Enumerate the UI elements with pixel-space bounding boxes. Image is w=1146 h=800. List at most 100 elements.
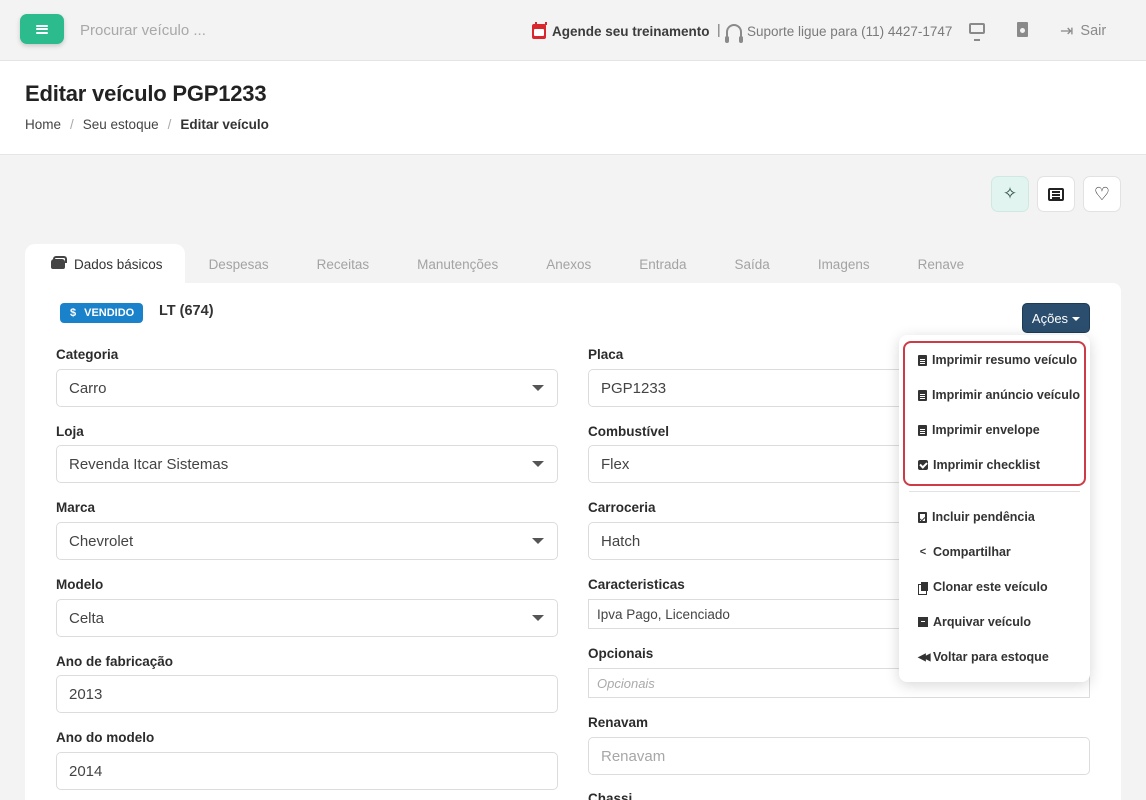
menu-item-back-to-stock[interactable]: ◀◀ Voltar para estoque bbox=[918, 647, 1049, 667]
top-bar: Agende seu treinamento | Suporte ligue p… bbox=[0, 0, 1146, 61]
menu-item-clone-vehicle[interactable]: Clonar este veículo bbox=[918, 577, 1048, 597]
carroceria-value: Hatch bbox=[601, 532, 641, 550]
tab-receitas[interactable]: Receitas bbox=[293, 244, 394, 284]
ano-modelo-value: 2014 bbox=[69, 762, 103, 780]
tab-despesas[interactable]: Despesas bbox=[185, 244, 293, 284]
menu-item-label: Imprimir envelope bbox=[932, 423, 1040, 437]
ano-fabricacao-label: Ano de fabricação bbox=[56, 654, 174, 669]
favorite-button[interactable]: ♡ bbox=[1083, 176, 1121, 212]
menu-item-print-checklist[interactable]: Imprimir checklist bbox=[918, 455, 1040, 475]
menu-item-add-pending[interactable]: Incluir pendência bbox=[918, 507, 1035, 527]
checkbox-icon bbox=[918, 460, 928, 470]
opcionais-placeholder: Opcionais bbox=[597, 675, 655, 691]
placa-label: Placa bbox=[588, 347, 624, 362]
loja-select[interactable]: Revenda Itcar Sistemas bbox=[56, 445, 558, 483]
menu-item-label: Imprimir resumo veículo bbox=[932, 353, 1078, 367]
combustivel-label: Combustível bbox=[588, 424, 670, 439]
share-icon: < bbox=[919, 546, 927, 558]
logout-label: Sair bbox=[1080, 23, 1107, 39]
breadcrumb-current: Editar veículo bbox=[180, 117, 269, 132]
actions-dropdown-menu: Imprimir resumo veículo Imprimir anúncio… bbox=[899, 335, 1090, 682]
menu-item-label: Clonar este veículo bbox=[933, 580, 1048, 594]
ano-fabricacao-input[interactable]: 2013 bbox=[56, 675, 558, 713]
tab-saida[interactable]: Saída bbox=[711, 244, 794, 284]
page-header: Editar veículo PGP1233 Home / Seu estoqu… bbox=[0, 61, 1146, 155]
menu-item-label: Imprimir checklist bbox=[933, 458, 1040, 472]
monitor-icon[interactable] bbox=[969, 23, 985, 41]
file-icon bbox=[918, 354, 927, 366]
tab-renave[interactable]: Renave bbox=[894, 244, 989, 284]
renavam-placeholder: Renavam bbox=[601, 747, 666, 765]
menu-item-label: Compartilhar bbox=[933, 545, 1011, 559]
tab-label: Dados básicos bbox=[74, 256, 163, 272]
breadcrumb-stock[interactable]: Seu estoque bbox=[83, 117, 159, 132]
marca-value: Chevrolet bbox=[69, 532, 134, 550]
calendar-icon bbox=[532, 21, 547, 39]
dollar-icon: $ bbox=[70, 307, 77, 319]
opcionais-label: Opcionais bbox=[588, 646, 654, 661]
ano-fabricacao-value: 2013 bbox=[69, 685, 103, 703]
archive-icon bbox=[918, 617, 928, 627]
menu-item-label: Imprimir anúncio veículo bbox=[932, 388, 1080, 402]
list-view-button[interactable] bbox=[1037, 176, 1075, 212]
menu-toggle-button[interactable] bbox=[20, 14, 64, 44]
renavam-label: Renavam bbox=[588, 715, 649, 730]
breadcrumb-separator: / bbox=[167, 117, 172, 132]
menu-item-share[interactable]: < Compartilhar bbox=[918, 542, 1011, 562]
actions-label: Ações bbox=[1031, 310, 1069, 326]
menu-item-print-summary[interactable]: Imprimir resumo veículo bbox=[918, 350, 1077, 370]
ano-modelo-label: Ano do modelo bbox=[56, 730, 155, 745]
tab-bar: Dados básicos Despesas Receitas Manutenç… bbox=[25, 244, 988, 284]
clipboard-check-icon bbox=[918, 511, 927, 523]
modelo-select[interactable]: Celta bbox=[56, 599, 558, 637]
menu-item-archive-vehicle[interactable]: Arquivar veículo bbox=[918, 612, 1031, 632]
categoria-label: Categoria bbox=[56, 347, 119, 362]
status-badge: $ VENDIDO bbox=[60, 303, 144, 323]
breadcrumb: Home / Seu estoque / Editar veículo bbox=[25, 117, 269, 132]
schedule-training-link[interactable]: Agende seu treinamento bbox=[532, 20, 710, 42]
logout-button[interactable]: ⇥ Sair bbox=[1060, 20, 1106, 42]
placa-value: PGP1233 bbox=[601, 379, 667, 397]
chevron-down-icon bbox=[532, 538, 544, 544]
schedule-training-label: Agende seu treinamento bbox=[552, 23, 710, 39]
ano-modelo-input[interactable]: 2014 bbox=[56, 752, 558, 790]
page-title: Editar veículo PGP1233 bbox=[25, 81, 267, 106]
marca-select[interactable]: Chevrolet bbox=[56, 522, 558, 560]
headset-icon bbox=[725, 23, 743, 43]
car-icon bbox=[51, 256, 67, 269]
renavam-input[interactable]: Renavam bbox=[588, 737, 1090, 775]
modelo-value: Celta bbox=[69, 609, 105, 627]
actions-button[interactable]: Ações bbox=[1022, 303, 1090, 333]
categoria-value: Carro bbox=[69, 379, 107, 397]
vehicle-search-input[interactable] bbox=[80, 18, 380, 42]
chevron-down-icon bbox=[532, 461, 544, 467]
tab-dados-basicos[interactable]: Dados básicos bbox=[25, 244, 185, 284]
menu-item-print-envelope[interactable]: Imprimir envelope bbox=[918, 420, 1040, 440]
ai-sparkles-button[interactable]: ✧ bbox=[991, 176, 1029, 212]
menu-item-label: Voltar para estoque bbox=[933, 650, 1049, 664]
tab-anexos[interactable]: Anexos bbox=[522, 244, 615, 284]
support-label: Suporte ligue para (11) 4427-1747 bbox=[747, 23, 953, 39]
heart-icon: ♡ bbox=[1093, 183, 1111, 204]
document-icon[interactable] bbox=[1017, 22, 1028, 37]
breadcrumb-separator: / bbox=[70, 117, 74, 132]
caracteristicas-value: Ipva Pago, Licenciado bbox=[597, 606, 730, 622]
hamburger-icon bbox=[36, 24, 48, 34]
chassi-label: Chassi bbox=[588, 791, 633, 800]
menu-item-label: Arquivar veículo bbox=[933, 615, 1031, 629]
breadcrumb-home[interactable]: Home bbox=[25, 117, 61, 132]
backward-icon: ◀◀ bbox=[918, 651, 930, 663]
file-icon bbox=[918, 424, 927, 436]
menu-item-label: Incluir pendência bbox=[932, 510, 1035, 524]
loja-value: Revenda Itcar Sistemas bbox=[69, 455, 229, 473]
combustivel-value: Flex bbox=[601, 455, 630, 473]
carroceria-label: Carroceria bbox=[588, 500, 656, 515]
support-link[interactable]: Suporte ligue para (11) 4427-1747 bbox=[725, 20, 953, 43]
lot-number: LT (674) bbox=[159, 303, 214, 319]
tab-imagens[interactable]: Imagens bbox=[794, 244, 894, 284]
caret-down-icon bbox=[1072, 316, 1081, 321]
tab-entrada[interactable]: Entrada bbox=[615, 244, 710, 284]
categoria-select[interactable]: Carro bbox=[56, 369, 558, 407]
menu-item-print-ad[interactable]: Imprimir anúncio veículo bbox=[918, 385, 1080, 405]
tab-manutencoes[interactable]: Manutenções bbox=[393, 244, 522, 284]
